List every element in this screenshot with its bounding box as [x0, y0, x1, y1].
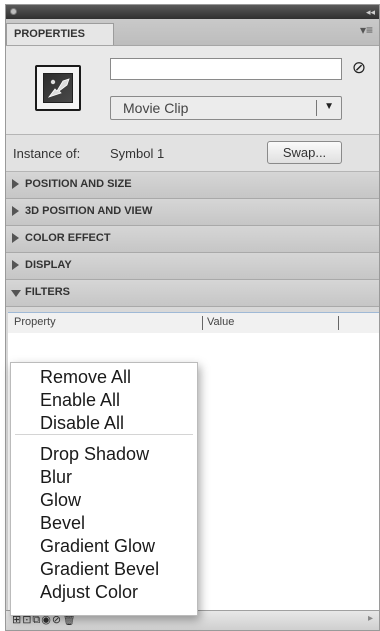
instance-of-row: Instance of: Symbol 1 Swap...	[6, 135, 379, 172]
menu-item-gradient-glow[interactable]: Gradient Glow	[40, 536, 155, 557]
menu-item-glow[interactable]: Glow	[40, 490, 81, 511]
menu-item-blur[interactable]: Blur	[40, 467, 72, 488]
section-label: 3D POSITION AND VIEW	[25, 205, 153, 217]
add-filter-context-menu: Remove All Enable All Disable All Drop S…	[10, 362, 198, 616]
section-position-and-size[interactable]: POSITION AND SIZE	[6, 172, 379, 199]
symbol-type-value: Movie Clip	[123, 100, 189, 116]
collapse-arrows-icon[interactable]: ◂◂	[366, 5, 375, 19]
expand-triangle-icon	[12, 179, 19, 189]
menu-item-bevel[interactable]: Bevel	[40, 513, 85, 534]
swap-button[interactable]: Swap...	[267, 141, 342, 164]
menu-item-enable-all[interactable]: Enable All	[40, 390, 120, 411]
column-header-value[interactable]: Value	[207, 316, 234, 328]
symbol-type-select[interactable]: Movie Clip ▼	[110, 96, 342, 120]
filters-table-header: Property Value	[8, 312, 379, 334]
select-divider	[316, 100, 317, 116]
collapse-triangle-icon	[11, 290, 21, 297]
column-divider[interactable]	[338, 316, 339, 330]
menu-item-adjust-color[interactable]: Adjust Color	[40, 582, 138, 603]
menu-item-gradient-bevel[interactable]: Gradient Bevel	[40, 559, 159, 580]
section-display[interactable]: DISPLAY	[6, 253, 379, 280]
column-header-property[interactable]: Property	[14, 316, 56, 328]
column-divider[interactable]	[202, 316, 203, 330]
scroll-right-icon[interactable]: ▸	[368, 613, 373, 624]
section-3d-position-and-view[interactable]: 3D POSITION AND VIEW	[6, 199, 379, 226]
close-dot-icon[interactable]	[10, 8, 17, 15]
menu-item-disable-all[interactable]: Disable All	[40, 413, 124, 434]
section-label: DISPLAY	[25, 259, 72, 271]
section-label: COLOR EFFECT	[25, 232, 111, 244]
section-label: POSITION AND SIZE	[25, 178, 132, 190]
expand-triangle-icon	[12, 233, 19, 243]
panel-titlebar[interactable]: ◂◂	[6, 5, 379, 19]
movie-clip-symbol-icon	[35, 65, 81, 111]
section-filters[interactable]: FILTERS	[6, 280, 379, 307]
instance-section: ⊘ Movie Clip ▼	[6, 46, 379, 135]
tab-properties[interactable]: PROPERTIES	[6, 23, 114, 45]
menu-item-drop-shadow[interactable]: Drop Shadow	[40, 444, 149, 465]
expand-triangle-icon	[12, 206, 19, 216]
expand-triangle-icon	[12, 260, 19, 270]
goto-symbol-icon[interactable]: ⊘	[349, 58, 369, 78]
panel-menu-icon[interactable]: ▾≡	[360, 23, 373, 37]
menu-separator	[15, 434, 193, 435]
section-label: FILTERS	[25, 286, 71, 298]
tab-row: PROPERTIES ▾≡	[6, 19, 379, 46]
chevron-down-icon: ▼	[324, 101, 334, 112]
instance-of-label: Instance of:	[13, 146, 81, 161]
section-color-effect[interactable]: COLOR EFFECT	[6, 226, 379, 253]
instance-of-value: Symbol 1	[110, 146, 165, 161]
menu-item-remove-all[interactable]: Remove All	[40, 367, 131, 388]
instance-name-input[interactable]	[110, 58, 342, 80]
